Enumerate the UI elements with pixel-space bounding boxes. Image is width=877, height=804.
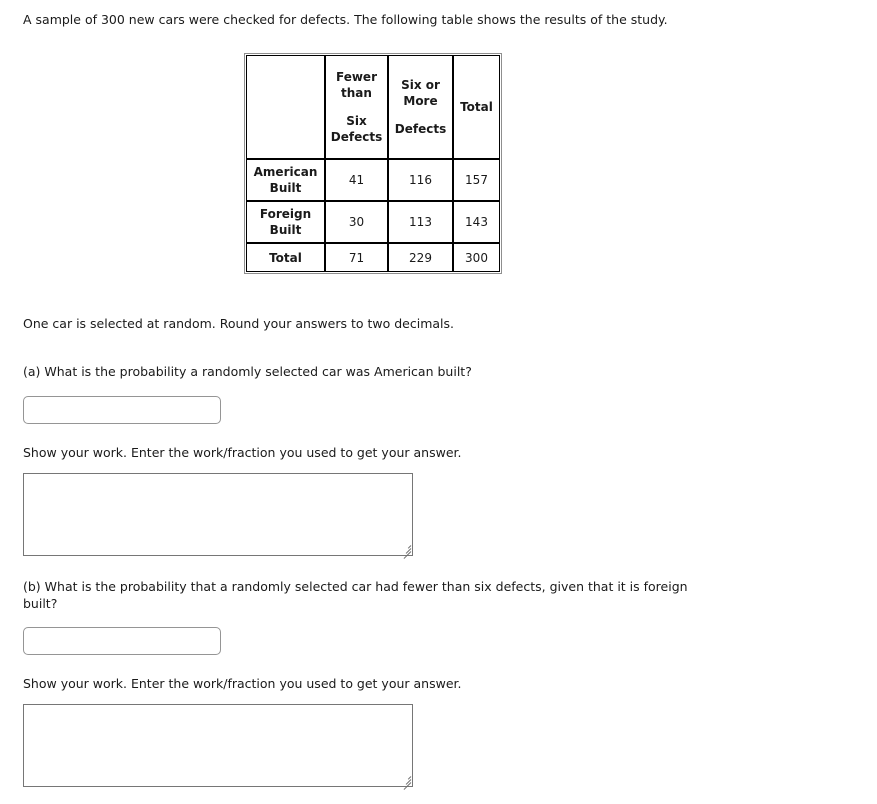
answer-input-a[interactable] [23,396,221,424]
table-row: Foreign Built 30 113 143 [246,201,500,243]
defects-table-container: Fewer than Six Defects Six or More Defec… [244,53,502,274]
row-label-line-1: Foreign [259,207,312,221]
cell-foreign-six-or-more: 113 [388,201,453,243]
table-header-six-or-more-defects: Six or More Defects [388,55,453,159]
cell-total-fewer: 71 [325,243,388,272]
worksheet-page: A sample of 300 new cars were checked fo… [0,0,877,804]
cell-american-six-or-more: 116 [388,159,453,201]
table-header-fewer-than-six-defects: Fewer than Six Defects [325,55,388,159]
table-row: American Built 41 116 157 [246,159,500,201]
row-label-american-built: American Built [246,159,325,201]
cell-total-six-or-more: 229 [388,243,453,272]
intro-text: A sample of 300 new cars were checked fo… [23,12,668,27]
work-textarea-b[interactable] [23,704,413,787]
work-prompt-a: Show your work. Enter the work/fraction … [23,445,462,460]
table-header-total: Total [453,55,500,159]
cell-foreign-fewer: 30 [325,201,388,243]
header-line-4: Defects [394,122,447,136]
header-line-gap [326,101,387,113]
work-prompt-b: Show your work. Enter the work/fraction … [23,676,462,691]
defects-table: Fewer than Six Defects Six or More Defec… [244,53,502,274]
row-label-foreign-built: Foreign Built [246,201,325,243]
table-header-row: Fewer than Six Defects Six or More Defec… [246,55,500,159]
header-line-gap [389,109,452,121]
table-corner-cell [246,55,325,159]
header-line-2: than [341,86,372,100]
cell-american-fewer: 41 [325,159,388,201]
header-line-3: Six [346,114,367,128]
question-a-prompt: (a) What is the probability a randomly s… [23,364,472,379]
header-line-1: Six or [401,78,440,92]
header-line-4: Defects [330,130,383,144]
cell-grand-total: 300 [453,243,500,272]
cell-foreign-total: 143 [453,201,500,243]
row-label-line-1: American [253,165,318,179]
header-line-1: Fewer [336,70,377,84]
answer-input-b[interactable] [23,627,221,655]
row-label-line-2: Built [269,223,302,237]
instructions-text: One car is selected at random. Round you… [23,316,454,331]
work-textarea-a[interactable] [23,473,413,556]
table-total-row: Total 71 229 300 [246,243,500,272]
row-label-total: Total [246,243,325,272]
row-label-line-2: Built [269,181,302,195]
cell-american-total: 157 [453,159,500,201]
question-b-prompt: (b) What is the probability that a rando… [23,579,688,611]
header-line-2: More [403,94,438,108]
